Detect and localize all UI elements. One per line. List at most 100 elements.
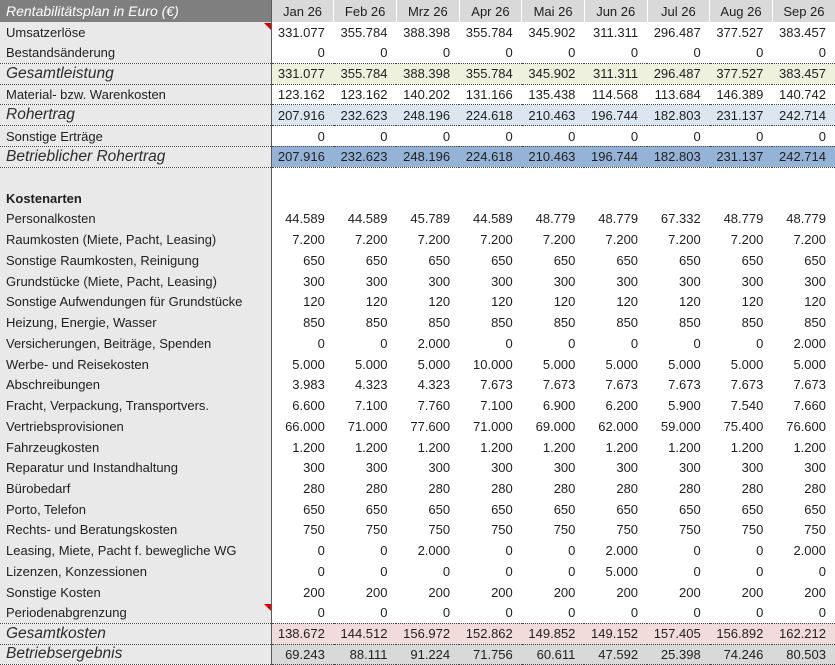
value-cell[interactable]: 140.742 bbox=[772, 84, 835, 105]
value-cell[interactable]: 59.000 bbox=[647, 416, 710, 437]
value-cell[interactable]: 232.623 bbox=[334, 105, 397, 126]
value-cell[interactable]: 850 bbox=[522, 312, 585, 333]
row-label[interactable]: Rohertrag bbox=[0, 105, 271, 126]
value-cell[interactable]: 0 bbox=[584, 333, 647, 354]
value-cell[interactable]: 650 bbox=[271, 250, 334, 271]
value-cell[interactable]: 67.332 bbox=[647, 209, 710, 230]
value-cell[interactable]: 0 bbox=[772, 561, 835, 582]
value-cell[interactable]: 0 bbox=[647, 540, 710, 561]
value-cell[interactable]: 0 bbox=[772, 43, 835, 64]
value-cell[interactable]: 280 bbox=[584, 478, 647, 499]
value-cell[interactable]: 5.000 bbox=[396, 354, 459, 375]
value-cell[interactable]: 48.779 bbox=[772, 209, 835, 230]
value-cell[interactable]: 300 bbox=[522, 457, 585, 478]
value-cell[interactable]: 7.540 bbox=[710, 395, 773, 416]
value-cell[interactable]: 120 bbox=[271, 292, 334, 313]
column-header-mai[interactable]: Mai 26 bbox=[522, 0, 585, 22]
value-cell[interactable]: 5.000 bbox=[772, 354, 835, 375]
value-cell[interactable]: 248.196 bbox=[396, 105, 459, 126]
value-cell[interactable]: 0 bbox=[584, 43, 647, 64]
value-cell[interactable]: 0 bbox=[459, 333, 522, 354]
value-cell[interactable]: 231.137 bbox=[710, 146, 773, 167]
value-cell[interactable] bbox=[459, 167, 522, 188]
value-cell[interactable]: 650 bbox=[396, 250, 459, 271]
value-cell[interactable]: 300 bbox=[584, 271, 647, 292]
value-cell[interactable]: 300 bbox=[584, 457, 647, 478]
value-cell[interactable]: 196.744 bbox=[584, 146, 647, 167]
row-label[interactable]: Umsatzerlöse bbox=[0, 22, 271, 43]
row-label[interactable]: Bestandsänderung bbox=[0, 43, 271, 64]
value-cell[interactable]: 4.323 bbox=[396, 374, 459, 395]
value-cell[interactable]: 156.892 bbox=[710, 623, 773, 644]
value-cell[interactable]: 25.398 bbox=[647, 644, 710, 665]
value-cell[interactable]: 123.162 bbox=[334, 84, 397, 105]
value-cell[interactable]: 383.457 bbox=[772, 22, 835, 43]
value-cell[interactable]: 0 bbox=[710, 540, 773, 561]
value-cell[interactable]: 1.200 bbox=[396, 437, 459, 458]
value-cell[interactable]: 0 bbox=[772, 126, 835, 147]
value-cell[interactable]: 120 bbox=[710, 292, 773, 313]
value-cell[interactable] bbox=[772, 188, 835, 209]
row-label[interactable]: Betriebsergebnis bbox=[0, 644, 271, 665]
value-cell[interactable]: 300 bbox=[334, 457, 397, 478]
value-cell[interactable]: 650 bbox=[772, 250, 835, 271]
value-cell[interactable]: 650 bbox=[522, 250, 585, 271]
value-cell[interactable]: 7.100 bbox=[334, 395, 397, 416]
value-cell[interactable]: 120 bbox=[522, 292, 585, 313]
value-cell[interactable]: 650 bbox=[396, 499, 459, 520]
value-cell[interactable]: 0 bbox=[647, 43, 710, 64]
row-label[interactable]: Sonstige Kosten bbox=[0, 582, 271, 603]
value-cell[interactable]: 850 bbox=[334, 312, 397, 333]
row-label[interactable]: Vertriebsprovisionen bbox=[0, 416, 271, 437]
column-header-apr[interactable]: Apr 26 bbox=[459, 0, 522, 22]
value-cell[interactable]: 0 bbox=[522, 603, 585, 624]
value-cell[interactable]: 0 bbox=[271, 43, 334, 64]
value-cell[interactable]: 4.323 bbox=[334, 374, 397, 395]
value-cell[interactable]: 182.803 bbox=[647, 146, 710, 167]
row-label[interactable]: Raumkosten (Miete, Pacht, Leasing) bbox=[0, 229, 271, 250]
value-cell[interactable]: 7.200 bbox=[647, 229, 710, 250]
value-cell[interactable]: 750 bbox=[334, 520, 397, 541]
value-cell[interactable]: 280 bbox=[334, 478, 397, 499]
value-cell[interactable]: 6.600 bbox=[271, 395, 334, 416]
value-cell[interactable]: 1.200 bbox=[584, 437, 647, 458]
column-header-jan[interactable]: Jan 26 bbox=[271, 0, 334, 22]
value-cell[interactable]: 0 bbox=[647, 603, 710, 624]
value-cell[interactable]: 650 bbox=[334, 499, 397, 520]
value-cell[interactable] bbox=[522, 167, 585, 188]
value-cell[interactable]: 0 bbox=[271, 603, 334, 624]
value-cell[interactable]: 5.000 bbox=[522, 354, 585, 375]
value-cell[interactable]: 224.618 bbox=[459, 146, 522, 167]
value-cell[interactable]: 200 bbox=[522, 582, 585, 603]
row-label[interactable]: Gesamtleistung bbox=[0, 63, 271, 84]
value-cell[interactable]: 0 bbox=[334, 603, 397, 624]
value-cell[interactable]: 7.100 bbox=[459, 395, 522, 416]
value-cell[interactable]: 331.077 bbox=[271, 63, 334, 84]
value-cell[interactable]: 1.200 bbox=[459, 437, 522, 458]
value-cell[interactable]: 77.600 bbox=[396, 416, 459, 437]
value-cell[interactable]: 10.000 bbox=[459, 354, 522, 375]
value-cell[interactable]: 114.568 bbox=[584, 84, 647, 105]
value-cell[interactable]: 280 bbox=[710, 478, 773, 499]
value-cell[interactable]: 0 bbox=[647, 561, 710, 582]
row-label[interactable]: Sonstige Aufwendungen für Grundstücke bbox=[0, 292, 271, 313]
value-cell[interactable]: 650 bbox=[772, 499, 835, 520]
value-cell[interactable]: 300 bbox=[522, 271, 585, 292]
value-cell[interactable]: 1.200 bbox=[334, 437, 397, 458]
value-cell[interactable]: 0 bbox=[396, 603, 459, 624]
value-cell[interactable] bbox=[710, 167, 773, 188]
value-cell[interactable]: 1.200 bbox=[522, 437, 585, 458]
value-cell[interactable]: 0 bbox=[334, 43, 397, 64]
row-label[interactable]: Fracht, Verpackung, Transportvers. bbox=[0, 395, 271, 416]
value-cell[interactable] bbox=[271, 188, 334, 209]
value-cell[interactable]: 0 bbox=[271, 561, 334, 582]
value-cell[interactable]: 7.200 bbox=[772, 229, 835, 250]
value-cell[interactable]: 123.162 bbox=[271, 84, 334, 105]
value-cell[interactable]: 0 bbox=[647, 333, 710, 354]
value-cell[interactable]: 850 bbox=[459, 312, 522, 333]
value-cell[interactable]: 5.000 bbox=[710, 354, 773, 375]
value-cell[interactable]: 182.803 bbox=[647, 105, 710, 126]
row-label[interactable]: Rechts- und Beratungskosten bbox=[0, 520, 271, 541]
value-cell[interactable]: 0 bbox=[334, 333, 397, 354]
value-cell[interactable]: 6.900 bbox=[522, 395, 585, 416]
